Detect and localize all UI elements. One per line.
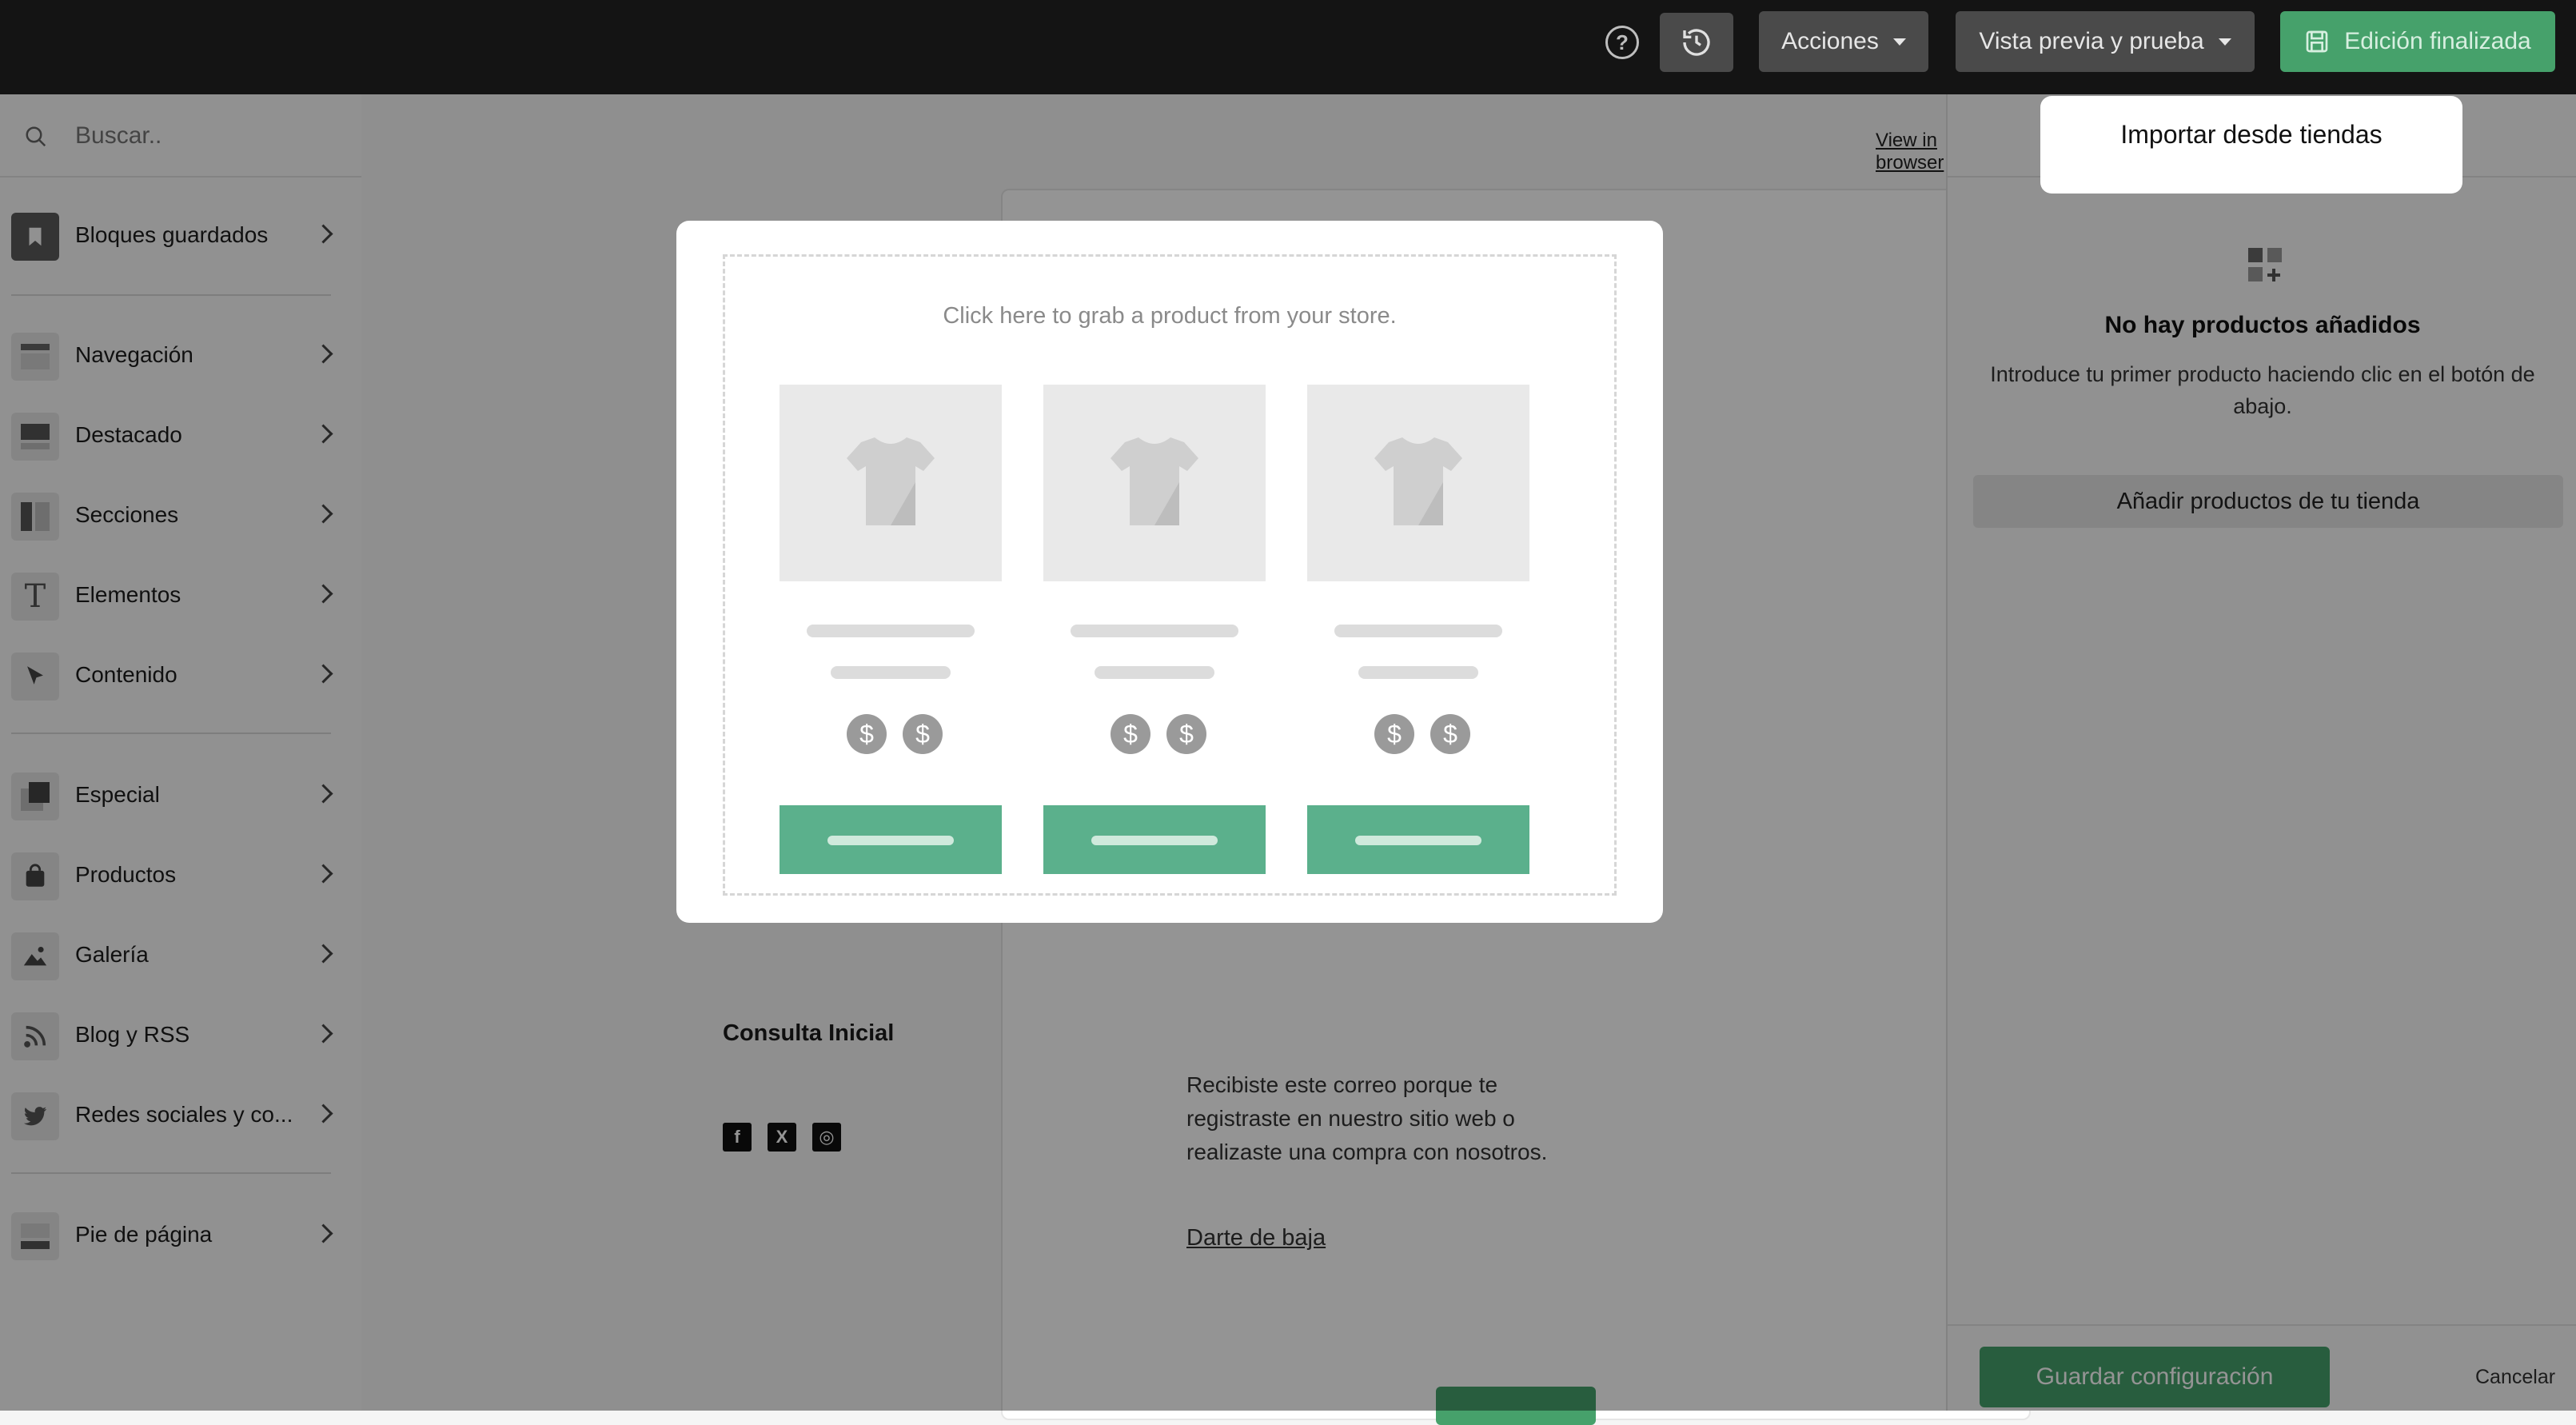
product-image-placeholder [1307,385,1529,581]
currency-glyph: $ [915,719,930,748]
product-button-placeholder [780,805,1002,874]
price-icon: $ [903,714,943,754]
help-icon[interactable]: ? [1605,26,1639,59]
history-button[interactable] [1660,13,1733,72]
currency-glyph: $ [859,719,874,748]
product-image-placeholder [780,385,1002,581]
caret-down-icon [1892,38,1906,46]
product-grab-area[interactable]: Click here to grab a product from your s… [723,254,1617,896]
preview-label: Vista previa y prueba [1979,28,2204,54]
actions-label: Acciones [1781,28,1879,54]
done-editing-button[interactable]: Edición finalizada [2280,11,2555,72]
product-subtitle-placeholder [1095,666,1214,679]
product-block-highlight[interactable]: Click here to grab a product from your s… [676,221,1663,923]
history-icon [1683,29,1710,56]
product-subtitle-placeholder [831,666,951,679]
product-button-placeholder [1307,805,1529,874]
product-title-placeholder [1071,625,1238,637]
price-icon: $ [847,714,887,754]
done-editing-label: Edición finalizada [2344,28,2531,54]
price-icon: $ [1111,714,1150,754]
product-title-placeholder [1334,625,1502,637]
tshirt-icon [847,437,935,525]
grab-product-hint: Click here to grab a product from your s… [943,303,1397,329]
save-icon [2306,30,2328,53]
button-label-placeholder [827,836,954,845]
price-icon: $ [1166,714,1206,754]
product-button-placeholder [1043,805,1266,874]
product-title-placeholder [807,625,975,637]
product-subtitle-placeholder [1358,666,1478,679]
button-label-placeholder [1355,836,1481,845]
help-glyph: ? [1616,30,1629,54]
actions-dropdown[interactable]: Acciones [1759,11,1928,72]
price-icon: $ [1374,714,1414,754]
currency-glyph: $ [1443,719,1457,748]
price-icon: $ [1430,714,1470,754]
button-label-placeholder [1091,836,1218,845]
preview-dropdown[interactable]: Vista previa y prueba [1956,11,2255,72]
currency-glyph: $ [1387,719,1402,748]
tshirt-icon [1111,437,1198,525]
import-from-stores-tab[interactable]: Importar desde tiendas [2040,96,2462,194]
currency-glyph: $ [1123,719,1138,748]
import-from-stores-label: Importar desde tiendas [2120,120,2383,149]
currency-glyph: $ [1179,719,1194,748]
tshirt-icon [1374,437,1462,525]
product-image-placeholder [1043,385,1266,581]
top-bar: ? Acciones Vista previa y prueba Edición… [0,0,2576,94]
caret-down-icon [2218,38,2231,46]
